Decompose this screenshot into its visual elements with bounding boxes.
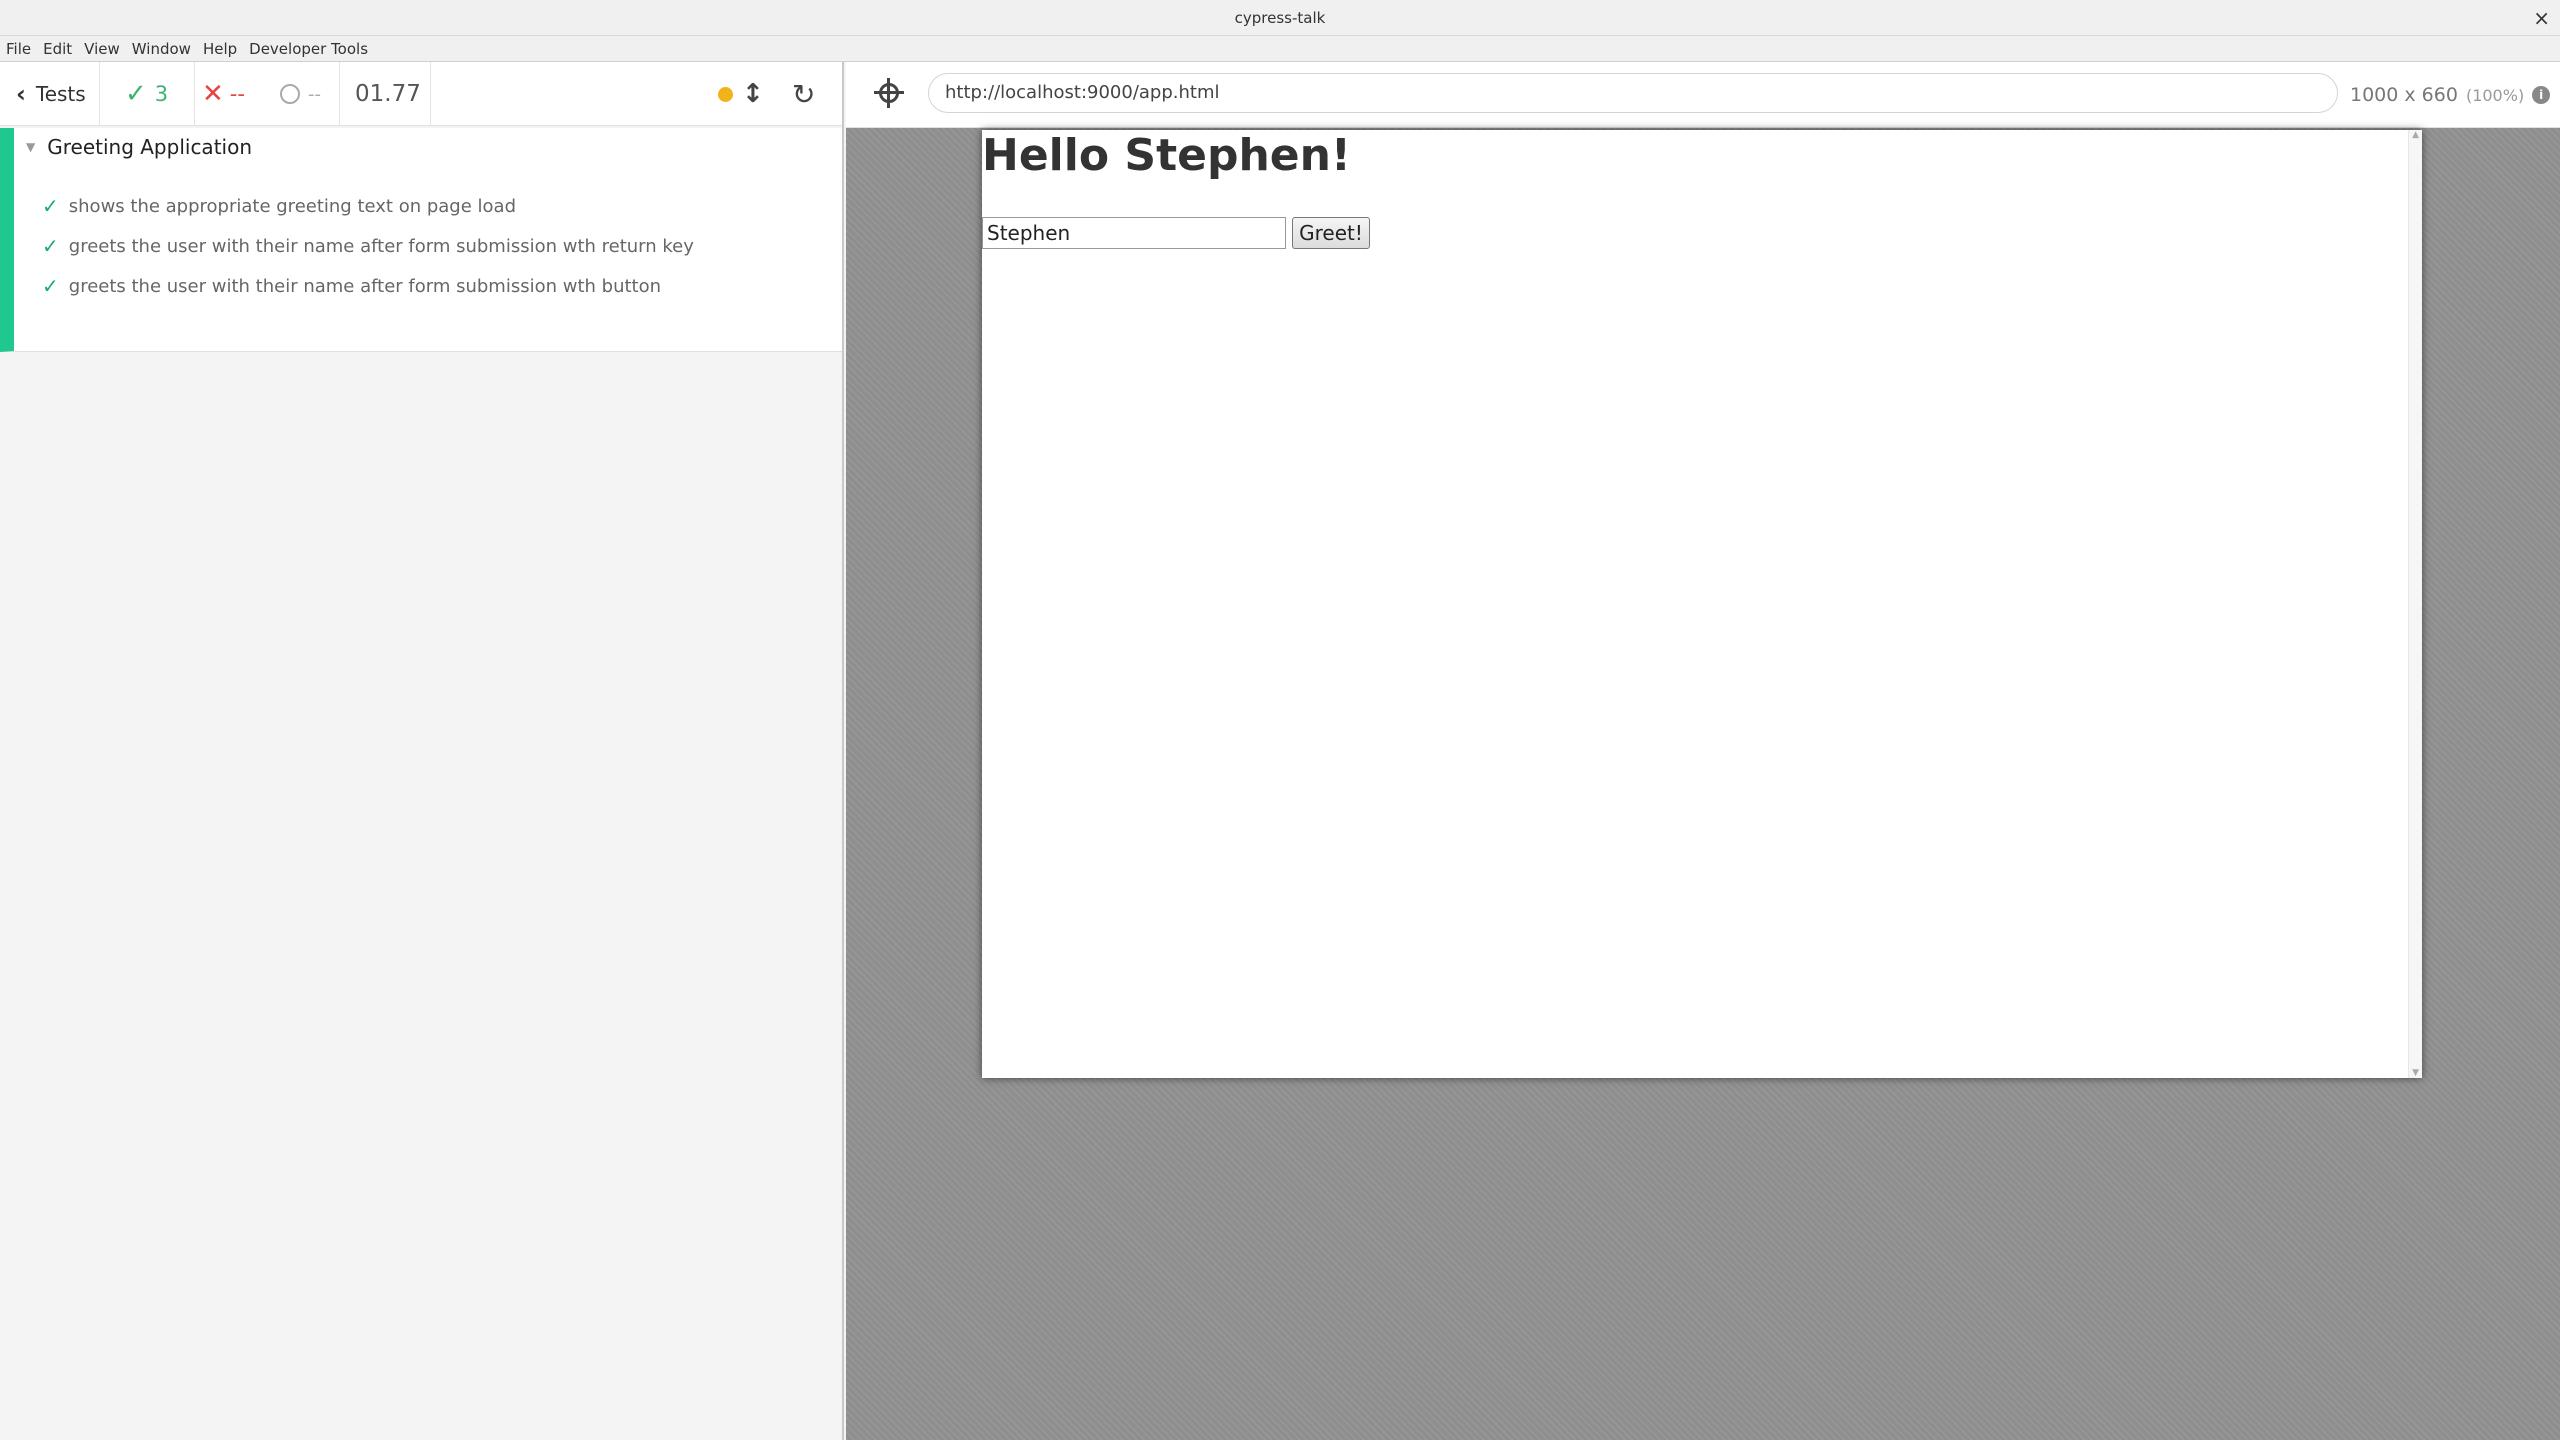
test-label: greets the user with their name after fo… [68, 275, 662, 297]
info-icon[interactable]: i [2532, 86, 2551, 104]
scroll-down-icon[interactable]: ▼ [2412, 1068, 2419, 1078]
iframe-scrollbar[interactable]: ▲ ▼ [2408, 130, 2422, 1078]
viewport-info: 1000 x 660 (100%) i [2350, 62, 2551, 128]
back-to-tests-button[interactable]: ‹ Tests [0, 62, 100, 126]
passed-count: ✓ 3 [101, 62, 195, 126]
run-duration: 01.77 [341, 62, 431, 126]
suite-title[interactable]: ▼ Greeting Application [26, 128, 252, 166]
pending-circle-icon [280, 84, 300, 104]
check-icon: ✓ [125, 79, 147, 109]
status-dot-icon [718, 86, 733, 102]
window-titlebar: cypress-talk × [0, 0, 2560, 36]
menu-window[interactable]: Window [132, 40, 191, 58]
viewport-size: 1000 x 660 [2350, 84, 2458, 106]
test-item[interactable]: ✓ greets the user with their name after … [42, 266, 661, 306]
chevron-left-icon: ‹ [16, 80, 26, 108]
test-label: greets the user with their name after fo… [68, 235, 694, 257]
viewport-scale: (100%) [2465, 85, 2525, 105]
menu-file[interactable]: File [6, 40, 31, 58]
collapse-triangle-icon: ▼ [26, 140, 36, 154]
name-input[interactable]: Stephen [982, 217, 1286, 249]
check-icon: ✓ [42, 274, 59, 298]
suite-label: Greeting Application [47, 135, 252, 159]
check-icon: ✓ [42, 234, 59, 258]
close-icon[interactable]: × [2533, 0, 2550, 36]
menu-developer-tools[interactable]: Developer Tools [249, 40, 368, 58]
rerun-icon[interactable]: ↻ [792, 62, 822, 126]
pending-count: -- [276, 62, 340, 126]
window-title: cypress-talk [1234, 9, 1326, 27]
test-item[interactable]: ✓ shows the appropriate greeting text on… [42, 186, 516, 226]
greeting-heading: Hello Stephen! [982, 130, 1351, 181]
pending-value: -- [308, 83, 321, 105]
reporter-header: ‹ Tests ✓ 3 ✕ -- -- 01.77 ↕ ↻ [0, 62, 842, 126]
tests-label: Tests [35, 82, 86, 106]
running-status-indicator [718, 62, 734, 126]
aut-container: Hello Stephen! Stephen Greet! ▲ ▼ [846, 128, 2560, 1440]
test-label: shows the appropriate greeting text on p… [68, 195, 516, 217]
greet-button[interactable]: Greet! [1292, 217, 1370, 249]
suite-runnable: ▼ Greeting Application ✓ shows the appro… [0, 128, 842, 352]
menu-bar: File Edit View Window Help Developer Too… [0, 36, 2560, 62]
scroll-up-icon[interactable]: ▲ [2412, 130, 2419, 140]
failed-count: ✕ -- [196, 62, 274, 126]
failed-value: -- [229, 82, 245, 106]
menu-edit[interactable]: Edit [43, 40, 72, 58]
menu-help[interactable]: Help [203, 40, 237, 58]
x-icon: ✕ [202, 79, 224, 109]
url-bar[interactable]: http://localhost:9000/app.html [928, 73, 2338, 113]
test-item[interactable]: ✓ greets the user with their name after … [42, 226, 694, 266]
selector-playground-icon[interactable] [874, 78, 904, 108]
auto-scroll-toggle[interactable]: ↕ [742, 62, 764, 126]
reporter-panel: ‹ Tests ✓ 3 ✕ -- -- 01.77 ↕ ↻ ▼ Greeting… [0, 62, 844, 1440]
aut-header: http://localhost:9000/app.html 1000 x 66… [846, 62, 2560, 128]
menu-view[interactable]: View [84, 40, 120, 58]
check-icon: ✓ [42, 194, 59, 218]
app-iframe: Hello Stephen! Stephen Greet! ▲ ▼ [982, 130, 2422, 1078]
passed-value: 3 [154, 82, 169, 106]
